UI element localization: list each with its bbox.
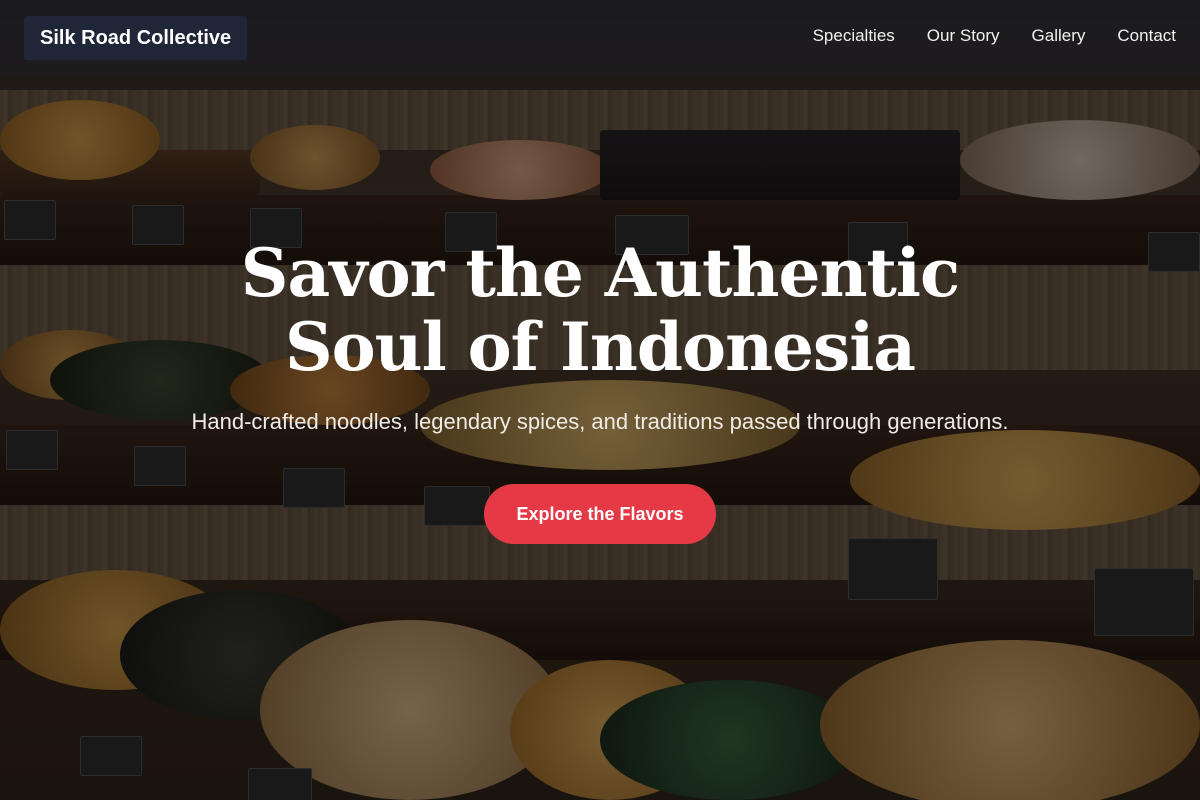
explore-flavors-button[interactable]: Explore the Flavors xyxy=(484,484,716,544)
top-navbar: Silk Road Collective Specialties Our Sto… xyxy=(0,0,1200,76)
brand-logo[interactable]: Silk Road Collective xyxy=(24,16,248,60)
hero-subtitle: Hand-crafted noodles, legendary spices, … xyxy=(191,409,1009,434)
nav-link-gallery[interactable]: Gallery xyxy=(1032,26,1086,46)
main-nav: Specialties Our Story Gallery Contact xyxy=(813,26,1176,46)
nav-link-contact[interactable]: Contact xyxy=(1117,26,1176,46)
hero-section: Savor the Authentic Soul of Indonesia Ha… xyxy=(0,236,1200,544)
nav-link-specialties[interactable]: Specialties xyxy=(813,26,895,46)
nav-link-our-story[interactable]: Our Story xyxy=(927,26,1000,46)
hero-title: Savor the Authentic Soul of Indonesia xyxy=(240,234,960,386)
